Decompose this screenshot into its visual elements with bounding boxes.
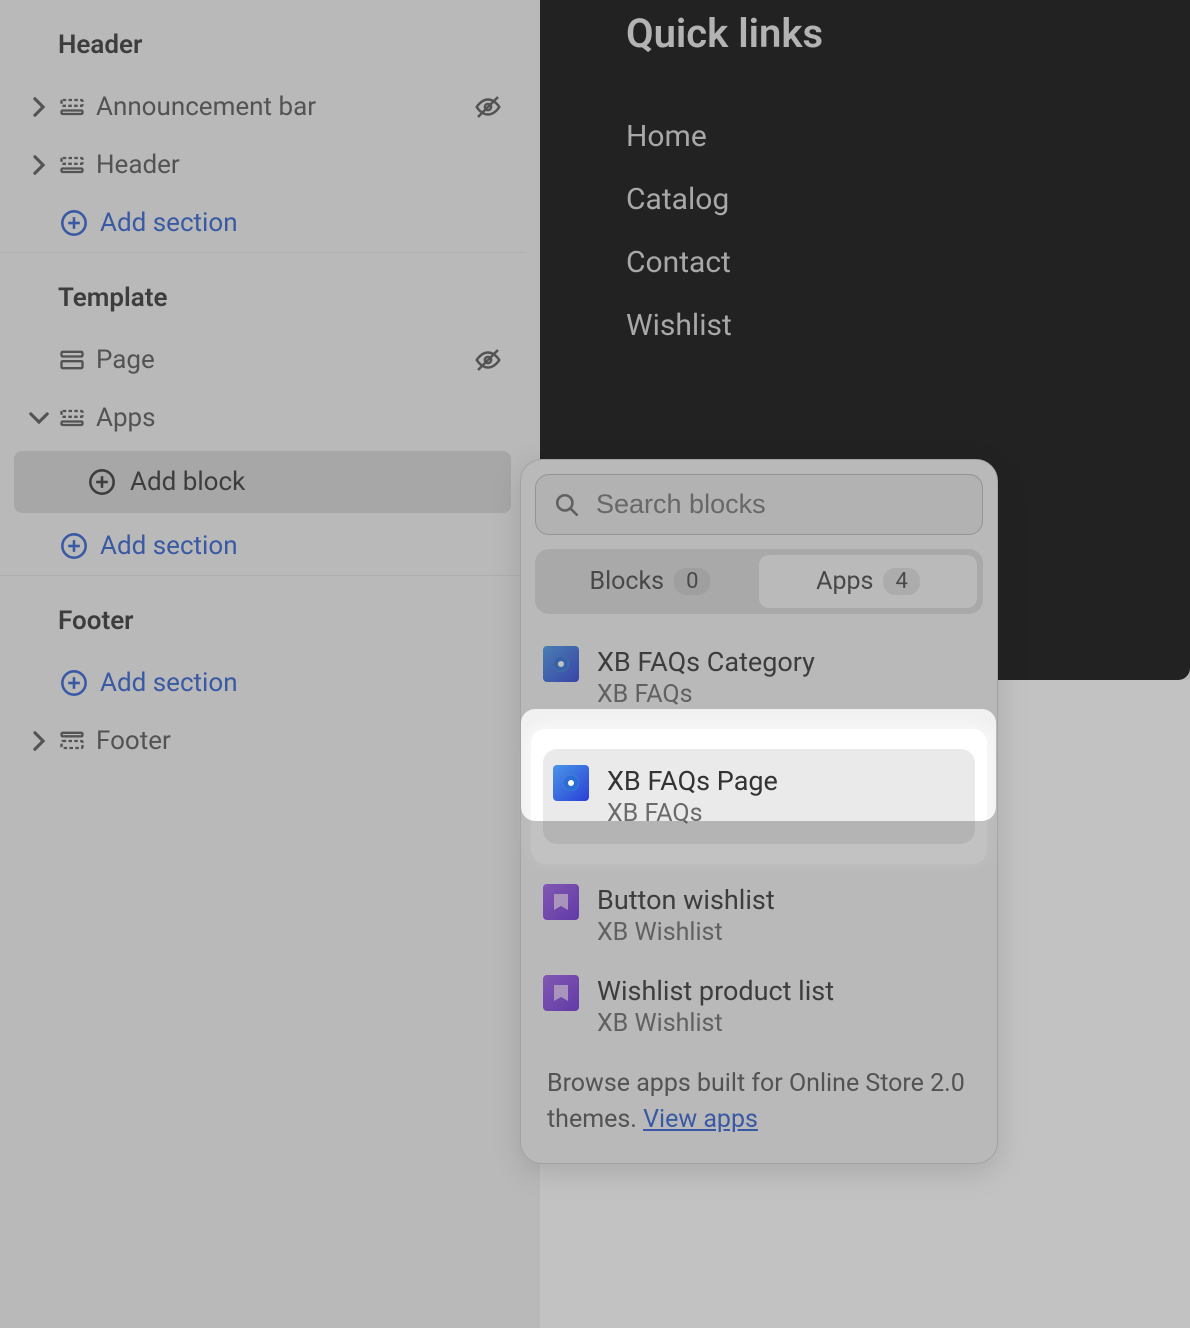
block-name: Wishlist product list — [597, 975, 834, 1007]
wishlist-app-icon — [543, 884, 579, 920]
block-xb-faqs-category[interactable]: XB FAQs Category XB FAQs — [535, 632, 983, 723]
tab-blocks[interactable]: Blocks 0 — [541, 555, 759, 608]
block-xb-faqs-page[interactable]: XB FAQs Page XB FAQs — [543, 749, 975, 844]
browse-apps-text: Browse apps built for Online Store 2.0 t… — [535, 1052, 983, 1149]
search-blocks-input-wrapper[interactable] — [535, 474, 983, 535]
tab-count-badge: 0 — [674, 568, 710, 595]
block-xb-faqs-page-highlight: XB FAQs Page XB FAQs — [531, 729, 987, 864]
search-icon — [554, 492, 580, 518]
search-blocks-input[interactable] — [596, 489, 964, 520]
tab-count-badge: 4 — [883, 568, 919, 595]
block-source: XB Wishlist — [597, 918, 775, 947]
block-picker-tabs: Blocks 0 Apps 4 — [535, 549, 983, 614]
wishlist-app-icon — [543, 975, 579, 1011]
block-picker-popup: Blocks 0 Apps 4 XB FAQs Category XB FAQs… — [520, 459, 998, 1164]
block-source: XB FAQs — [597, 680, 815, 709]
block-name: XB FAQs Category — [597, 646, 815, 678]
tab-apps[interactable]: Apps 4 — [759, 555, 977, 608]
block-source: XB Wishlist — [597, 1009, 834, 1038]
block-name: Button wishlist — [597, 884, 775, 916]
view-apps-link[interactable]: View apps — [643, 1105, 758, 1134]
block-button-wishlist[interactable]: Button wishlist XB Wishlist — [535, 870, 983, 961]
tab-label: Apps — [816, 567, 873, 596]
faq-app-icon — [543, 646, 579, 682]
block-wishlist-product-list[interactable]: Wishlist product list XB Wishlist — [535, 961, 983, 1052]
tab-label: Blocks — [590, 567, 665, 596]
block-name: XB FAQs Page — [607, 765, 778, 797]
block-source: XB FAQs — [607, 799, 778, 828]
faq-app-icon — [553, 765, 589, 801]
